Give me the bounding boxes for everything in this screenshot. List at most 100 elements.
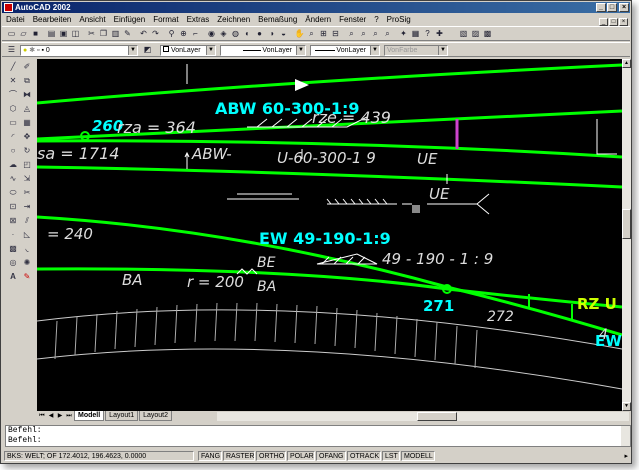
close-button[interactable]: × <box>619 3 629 12</box>
line-tool-icon[interactable]: ╱ <box>7 61 19 73</box>
next-tab-icon[interactable]: ▶ <box>56 412 64 421</box>
scroll-down-icon[interactable]: ▼ <box>622 402 631 411</box>
zoom-in-icon[interactable]: ⌕ <box>370 29 381 39</box>
zoom-out-icon[interactable]: ⌕ <box>382 29 393 39</box>
make-layer-current-icon[interactable]: ◩ <box>142 45 153 55</box>
menu-zeichnen[interactable]: Zeichnen <box>213 14 254 25</box>
paste-icon[interactable]: ▥ <box>110 29 121 39</box>
point-tool-icon[interactable]: · <box>7 229 19 241</box>
command-scrollbar[interactable] <box>621 426 630 446</box>
status-tray-icon[interactable]: ▸ <box>624 452 628 462</box>
arc-tool-icon[interactable]: ◜ <box>7 131 19 143</box>
horizontal-scroll-thumb[interactable] <box>417 412 457 421</box>
hyperlink-icon[interactable]: ⚲ <box>166 29 177 39</box>
break-tool-icon[interactable]: ⫽ <box>21 215 33 227</box>
model-toggle[interactable]: MODELL <box>401 451 435 461</box>
lineweight-toggle[interactable]: LST <box>382 451 400 461</box>
rectangle-tool-icon[interactable]: ▭ <box>7 117 19 129</box>
named-views-icon[interactable]: ⌕ <box>346 29 357 39</box>
zoom-realtime-icon[interactable]: ⌕ <box>306 29 317 39</box>
command-window[interactable]: Befehl: Befehl: <box>5 425 631 447</box>
doc-restore-button[interactable]: □ <box>609 18 618 26</box>
tracking-icon[interactable]: ⊕ <box>178 29 189 39</box>
properties-icon[interactable]: ◈ <box>218 29 229 39</box>
linetype-select[interactable]: VonLayer ▼ <box>220 45 306 56</box>
viewport-icon-2[interactable]: ▨ <box>470 29 481 39</box>
rotate-tool-icon[interactable]: ↻ <box>21 145 33 157</box>
scale-tool-icon[interactable]: ◰ <box>21 159 33 171</box>
stretch-tool-icon[interactable]: ⇲ <box>21 173 33 185</box>
lineweight-select[interactable]: VonLayer ▼ <box>310 45 380 56</box>
region-tool-icon[interactable]: ◎ <box>7 257 19 269</box>
menu-einfuegen[interactable]: Einfügen <box>110 14 150 25</box>
menu-fenster[interactable]: Fenster <box>335 14 370 25</box>
render-icon[interactable]: ● <box>254 29 265 39</box>
vertical-scrollbar[interactable]: ▲ ▼ <box>622 59 631 411</box>
menu-prosig[interactable]: ProSig <box>383 14 415 25</box>
tab-layout1[interactable]: Layout1 <box>105 411 139 421</box>
trim-tool-icon[interactable]: ✂ <box>21 187 33 199</box>
mtext-tool-icon[interactable]: A <box>7 271 19 283</box>
pan-icon[interactable]: ✋ <box>294 29 305 39</box>
match-properties-icon[interactable]: ✎ <box>122 29 133 39</box>
maximize-button[interactable]: □ <box>607 3 617 12</box>
color-select[interactable]: VonLayer ▼ <box>160 45 216 56</box>
toolpalette-icon[interactable]: ▦ <box>410 29 421 39</box>
copy-icon[interactable]: ❐ <box>98 29 109 39</box>
zoom-window-icon[interactable]: ⊞ <box>318 29 329 39</box>
otrack-toggle[interactable]: OTRACK <box>347 451 381 461</box>
fillet-tool-icon[interactable]: ◟ <box>21 243 33 255</box>
prosig-pen-icon[interactable]: ✎ <box>21 271 33 283</box>
doc-close-button[interactable]: × <box>619 18 628 26</box>
prev-tab-icon[interactable]: ◀ <box>47 412 55 421</box>
save-icon[interactable]: ■ <box>30 29 41 39</box>
polygon-tool-icon[interactable]: ⬡ <box>7 103 19 115</box>
menu-help[interactable]: ? <box>370 14 382 25</box>
dbconnect-icon[interactable]: ◍ <box>230 29 241 39</box>
last-tab-icon[interactable]: ⏭ <box>65 412 73 421</box>
grid-toggle[interactable]: RASTER <box>223 451 255 461</box>
new-file-icon[interactable]: ▭ <box>6 29 17 39</box>
help-icon[interactable]: ? <box>422 29 433 39</box>
hide-icon[interactable]: ◑ <box>266 29 277 39</box>
ucs-icon[interactable]: ⌐ <box>190 29 201 39</box>
menu-bemassung[interactable]: Bemaßung <box>254 14 301 25</box>
print-preview-icon[interactable]: ▣ <box>58 29 69 39</box>
first-tab-icon[interactable]: ⏮ <box>38 412 46 421</box>
copy-tool-icon[interactable]: ⧉ <box>21 75 33 87</box>
menu-aendern[interactable]: Ändern <box>301 14 335 25</box>
design-center-icon[interactable]: ◉ <box>206 29 217 39</box>
horizontal-scrollbar[interactable] <box>217 412 629 421</box>
extend-tool-icon[interactable]: ⇥ <box>21 201 33 213</box>
construction-line-icon[interactable]: ✕ <box>7 75 19 87</box>
ortho-toggle[interactable]: ORTHO <box>256 451 286 461</box>
mirror-tool-icon[interactable]: ⧓ <box>21 89 33 101</box>
layer-manager-icon[interactable]: ☰ <box>6 45 17 55</box>
insert-block-icon[interactable]: ⊡ <box>7 201 19 213</box>
redo-icon[interactable]: ↷ <box>150 29 161 39</box>
chamfer-tool-icon[interactable]: ◺ <box>21 229 33 241</box>
command-prompt-line[interactable]: Befehl: <box>8 436 630 446</box>
array-tool-icon[interactable]: ▦ <box>21 117 33 129</box>
polar-toggle[interactable]: POLAR <box>287 451 315 461</box>
undo-icon[interactable]: ↶ <box>138 29 149 39</box>
make-block-icon[interactable]: ⊠ <box>7 215 19 227</box>
spline-tool-icon[interactable]: ∿ <box>7 173 19 185</box>
publish-icon[interactable]: ◫ <box>70 29 81 39</box>
layer-tool-icon[interactable]: ◐ <box>242 29 253 39</box>
vertical-scroll-thumb[interactable] <box>622 209 631 239</box>
explode-tool-icon[interactable]: ✺ <box>21 257 33 269</box>
cut-icon[interactable]: ✂ <box>86 29 97 39</box>
menu-datei[interactable]: Datei <box>2 14 29 25</box>
menu-extras[interactable]: Extras <box>183 14 214 25</box>
minimize-button[interactable]: _ <box>596 3 606 12</box>
erase-tool-icon[interactable]: ✐ <box>21 61 33 73</box>
open-file-icon[interactable]: ▱ <box>18 29 29 39</box>
zoom-extents-icon[interactable]: ⌕ <box>358 29 369 39</box>
hatch-tool-icon[interactable]: ▩ <box>7 243 19 255</box>
layer-select[interactable]: ● ✱ ▫ ▪ 0 ▼ <box>20 45 138 56</box>
polyline-tool-icon[interactable]: ⌒ <box>7 89 19 101</box>
osnap-toggle[interactable]: OFANG <box>316 451 346 461</box>
tab-layout2[interactable]: Layout2 <box>139 411 173 421</box>
viewport-icon-3[interactable]: ▩ <box>482 29 493 39</box>
